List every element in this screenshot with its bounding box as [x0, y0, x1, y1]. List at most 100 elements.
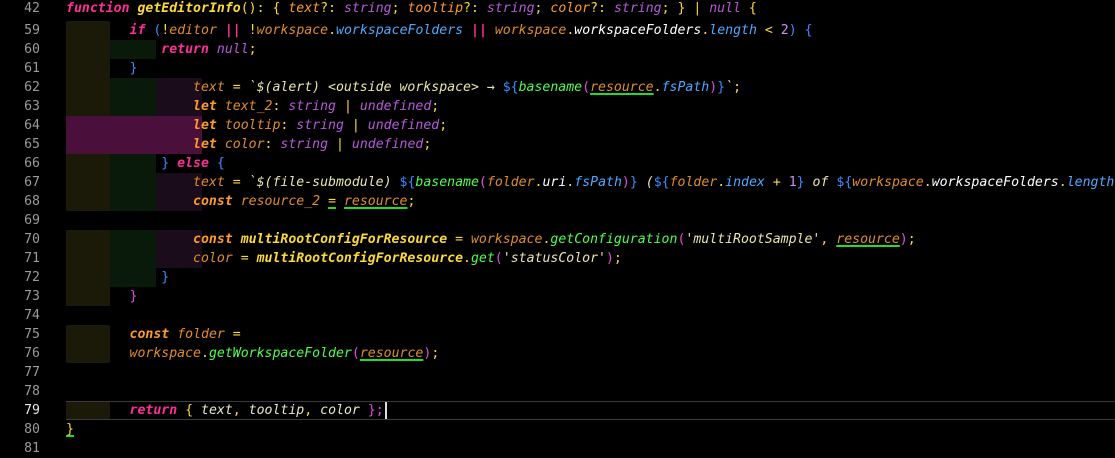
code-token: color: [224, 137, 265, 152]
code-token: folder: [669, 175, 718, 190]
line-number: 78: [24, 384, 40, 399]
code-token: ;: [907, 232, 916, 247]
code-text[interactable]: const multiRootConfigForResource = works…: [66, 230, 916, 249]
line-number: 59: [24, 23, 40, 38]
code-token: text: [193, 80, 225, 95]
code-text[interactable]: color = multiRootConfigForResource.get('…: [66, 249, 622, 268]
code-token: ; } |: [661, 1, 710, 16]
code-line-80[interactable]: 80}: [0, 420, 1115, 439]
code-token: resource: [836, 232, 900, 247]
code-text[interactable]: workspace.getWorkspaceFolder(resource);: [66, 344, 440, 363]
code-token: 'statusColor': [502, 251, 606, 266]
line-number: 69: [24, 213, 40, 228]
code-token: `$(alert) <outside workspace> →: [248, 80, 503, 95]
code-line-67[interactable]: 67 text = `$(file-submodule) ${basename(…: [0, 173, 1115, 192]
code-token: resource_2: [240, 194, 321, 209]
code-token: tooltip: [224, 118, 281, 133]
code-token: fsPath: [574, 175, 622, 190]
code-token: =: [224, 80, 249, 95]
code-token: workspaceFolders: [931, 175, 1059, 190]
line-number: 64: [24, 118, 40, 133]
code-token: ;: [248, 42, 257, 57]
code-line-61[interactable]: 61 }: [0, 59, 1115, 78]
code-line-69[interactable]: 69: [0, 211, 1115, 230]
code-line-70[interactable]: 70 const multiRootConfigForResource = wo…: [0, 230, 1115, 249]
code-token: let: [193, 118, 217, 133]
code-token: return: [129, 403, 178, 418]
code-token: text: [193, 175, 225, 190]
code-token: :: [280, 118, 297, 133]
code-token: workspace: [852, 175, 924, 190]
code-token: string: [288, 99, 336, 114]
code-token: (: [145, 23, 162, 38]
code-token: string: [343, 1, 392, 16]
line-number: 70: [24, 232, 40, 247]
code-text[interactable]: if (!editor || !workspace.workspaceFolde…: [66, 21, 813, 40]
code-line-73[interactable]: 73 }: [0, 287, 1115, 306]
code-token: }: [161, 156, 178, 171]
code-text[interactable]: text = `$(file-submodule) ${basename(fol…: [66, 173, 1115, 192]
code-token: color: [550, 1, 591, 16]
code-line-74[interactable]: 74: [0, 306, 1115, 325]
code-token: :: [264, 137, 281, 152]
code-token: getWorkspaceFolder: [208, 346, 352, 361]
code-token: ,: [820, 232, 837, 247]
code-token: of: [804, 175, 837, 190]
code-line-66[interactable]: 66 } else {: [0, 154, 1115, 173]
code-editor[interactable]: 42 function getEditorInfo(): { text?: str…: [0, 0, 1115, 456]
code-text[interactable]: return null;: [66, 40, 257, 59]
code-token: string: [280, 137, 329, 152]
code-token: 2: [780, 23, 789, 38]
code-token: }: [161, 270, 170, 285]
code-token: ;: [391, 1, 408, 16]
code-line-65[interactable]: 65 let color: string | undefined;: [0, 135, 1115, 154]
code-text[interactable]: text = `$(alert) <outside workspace> → $…: [66, 78, 741, 97]
code-text[interactable]: }: [66, 287, 138, 306]
code-line-59[interactable]: 59 if (!editor || !workspace.workspaceFo…: [0, 21, 1115, 40]
code-line-75[interactable]: 75 const folder =: [0, 325, 1115, 344]
code-token: ?:: [320, 1, 344, 16]
code-token: .: [463, 251, 471, 266]
code-token: workspace: [494, 23, 567, 38]
code-line-71[interactable]: 71 color = multiRootConfigForResource.ge…: [0, 249, 1115, 268]
code-text[interactable]: return { text, tooltip, color };: [66, 401, 387, 420]
code-line-63[interactable]: 63 let text_2: string | undefined;: [0, 97, 1115, 116]
line-number: 75: [24, 327, 40, 342]
line-number: 74: [24, 308, 40, 323]
code-text[interactable]: let text_2: string | undefined;: [66, 97, 439, 116]
code-line-72[interactable]: 72 }: [0, 268, 1115, 287]
code-line-79[interactable]: 79 return { text, tooltip, color };: [0, 401, 1115, 420]
code-text[interactable]: }: [66, 420, 74, 439]
code-text[interactable]: }: [66, 59, 138, 78]
code-text[interactable]: let color: string | undefined;: [66, 135, 431, 154]
code-text[interactable]: } else {: [66, 154, 225, 173]
code-line-76[interactable]: 76 workspace.getWorkspaceFolder(resource…: [0, 344, 1115, 363]
code-token: }: [66, 422, 74, 437]
code-text[interactable]: const resource_2 = resource;: [66, 192, 415, 211]
code-line-62[interactable]: 62 text = `$(alert) <outside workspace> …: [0, 78, 1115, 97]
code-line-68[interactable]: 68 const resource_2 = resource;: [0, 192, 1115, 211]
code-line-42[interactable]: 42 function getEditorInfo(): { text?: str…: [0, 0, 1115, 18]
code-token: {: [208, 156, 225, 171]
code-token: (: [637, 175, 654, 190]
code-text[interactable]: const folder =: [66, 325, 241, 344]
code-token: workspace: [129, 346, 201, 361]
code-text[interactable]: let tooltip: string | undefined;: [66, 116, 447, 135]
code-line-77[interactable]: 77: [0, 363, 1115, 382]
code-line-78[interactable]: 78: [0, 382, 1115, 401]
code-line-64[interactable]: 64 let tooltip: string | undefined;: [0, 116, 1115, 135]
code-token: =: [447, 232, 471, 247]
code-token: length: [709, 23, 757, 38]
code-text[interactable]: function getEditorInfo(): { text?: strin…: [66, 0, 757, 18]
code-token: }: [629, 175, 638, 190]
code-token: |: [336, 99, 360, 114]
code-line-60[interactable]: 60 return null;: [0, 40, 1115, 59]
code-text[interactable]: }: [66, 268, 169, 287]
